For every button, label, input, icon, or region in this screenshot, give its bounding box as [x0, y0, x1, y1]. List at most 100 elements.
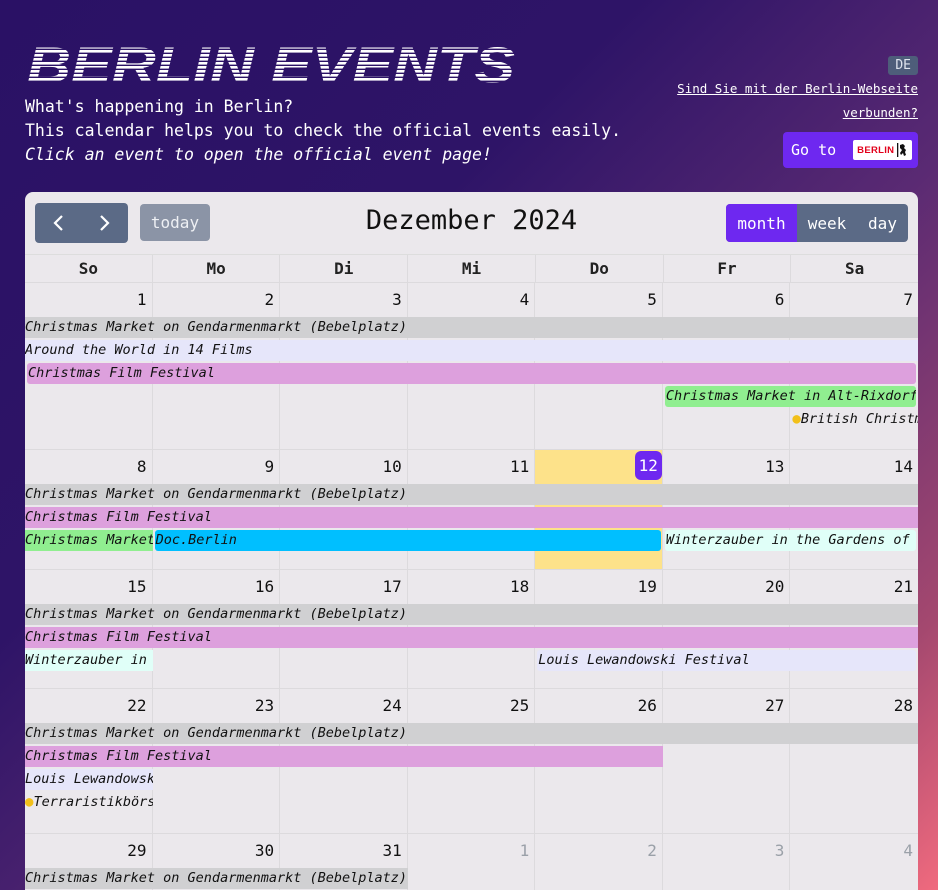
day-number[interactable]: 1 [520, 841, 530, 860]
berlin-events-logo: BERLIN EVENTS [25, 38, 525, 90]
event-title: Christmas Market in Alt-Rixdorf [25, 532, 153, 548]
event-bar[interactable]: Winterzauber in the Gardens of the World [664, 530, 916, 551]
event-bar[interactable]: Christmas Market on Gendarmenmarkt (Bebe… [25, 317, 918, 338]
event-bar[interactable]: Doc.Berlin [154, 530, 661, 551]
day-number[interactable]: 31 [382, 841, 401, 860]
day-number[interactable]: 10 [382, 457, 401, 476]
event-bar[interactable]: Christmas Film Festival [25, 507, 918, 528]
prev-month-button[interactable] [35, 203, 82, 243]
view-switcher: month week day [726, 204, 908, 242]
language-toggle[interactable]: DE [888, 56, 918, 75]
day-number[interactable]: 2 [264, 290, 274, 309]
weekday-label: Do [536, 255, 664, 283]
day-number[interactable]: 30 [255, 841, 274, 860]
day-number[interactable]: 2 [647, 841, 657, 860]
day-number[interactable]: 7 [903, 290, 913, 309]
event-bar[interactable]: ●Terraristikbörse [25, 792, 153, 813]
day-number[interactable]: 20 [765, 577, 784, 596]
intro-text: What's happening in Berlin? This calenda… [25, 95, 621, 167]
event-bar[interactable]: Around the World in 14 Films [25, 340, 918, 361]
weekday-label: Di [280, 255, 409, 283]
day-number[interactable]: 22 [127, 696, 146, 715]
event-bar[interactable]: Christmas Market on Gendarmenmarkt (Bebe… [25, 484, 918, 505]
day-number[interactable]: 3 [775, 841, 785, 860]
day-number[interactable]: 3 [392, 290, 402, 309]
link-line-2: verbunden? [842, 105, 918, 120]
day-number[interactable]: 17 [382, 577, 401, 596]
view-month-button[interactable]: month [726, 204, 797, 242]
calendar-toolbar: today Dezember 2024 month week day [25, 192, 918, 254]
berlin-website-link[interactable]: Sind Sie mit der Berlin-Webseite verbund… [658, 77, 918, 125]
calendar-week-row: 22 23 24 25 26 27 28 Christmas Market on Gendar… [25, 688, 918, 834]
day-number[interactable]: 9 [264, 457, 274, 476]
day-number[interactable]: 21 [894, 577, 913, 596]
event-title: Christmas Film Festival [25, 629, 212, 645]
day-number[interactable]: 15 [127, 577, 146, 596]
view-day-button[interactable]: day [857, 204, 908, 242]
event-bar[interactable]: Christmas Film Festival [27, 363, 916, 384]
go-to-berlin-button[interactable]: Go to BERLIN [783, 132, 918, 168]
event-title: Louis Lewandowski Festival [538, 652, 750, 668]
day-cell[interactable]: 28 [790, 689, 918, 834]
event-title: Christmas Film Festival [25, 748, 212, 764]
event-title: Louis Lewandowski Festival [25, 771, 153, 787]
day-cell[interactable]: 3 [663, 834, 791, 890]
day-number[interactable]: 11 [510, 457, 529, 476]
day-number[interactable]: 6 [775, 290, 785, 309]
day-number[interactable]: 13 [765, 457, 784, 476]
day-number[interactable]: 26 [638, 696, 657, 715]
event-title: Christmas Market in Alt-Rixdorf [665, 388, 916, 404]
event-bar[interactable]: Louis Lewandowski Festival [25, 769, 153, 790]
event-bar[interactable]: Christmas Market on Gendarmenmarkt (Bebe… [25, 723, 918, 744]
day-number[interactable]: 19 [638, 577, 657, 596]
calendar-week-row: 29 30 31 1 2 3 4 Christmas Market on Gendarmenm… [25, 833, 918, 890]
day-cell[interactable]: 1 [408, 834, 536, 890]
day-number[interactable]: 25 [510, 696, 529, 715]
calendar: today Dezember 2024 month week day So Mo… [25, 192, 918, 890]
day-cell[interactable]: 27 [663, 689, 791, 834]
intro-line-3: Click an event to open the official even… [25, 145, 492, 164]
chevron-left-icon [53, 215, 64, 231]
event-title: Christmas Market on Gendarmenmarkt (Bebe… [25, 725, 408, 741]
day-cell[interactable]: 4 [790, 834, 918, 890]
event-bar[interactable]: Christmas Market on Gendarmenmarkt (Bebe… [25, 868, 408, 889]
day-number[interactable]: 29 [127, 841, 146, 860]
day-number[interactable]: 8 [137, 457, 147, 476]
view-week-button[interactable]: week [797, 204, 857, 242]
day-number[interactable]: 1 [137, 290, 147, 309]
day-number[interactable]: 4 [520, 290, 530, 309]
berlin-bear-icon [897, 143, 907, 157]
day-number[interactable]: 16 [255, 577, 274, 596]
event-bar[interactable]: Christmas Film Festival [25, 627, 918, 648]
today-button[interactable]: today [140, 204, 210, 241]
weekday-label: Mo [153, 255, 281, 283]
day-number[interactable]: 24 [382, 696, 401, 715]
day-number[interactable]: 4 [903, 841, 913, 860]
event-title: Christmas Market on Gendarmenmarkt (Bebe… [25, 606, 408, 622]
day-number[interactable]: 23 [255, 696, 274, 715]
day-number[interactable]: 27 [765, 696, 784, 715]
event-title: Winterzauber in the Gardens of the World [665, 532, 916, 548]
event-title: Christmas Market on Gendarmenmarkt (Bebe… [25, 870, 408, 886]
event-bar[interactable]: Louis Lewandowski Festival [537, 650, 916, 671]
day-number[interactable]: 12 [634, 451, 662, 480]
event-bar[interactable]: Christmas Market in Alt-Rixdorf [25, 530, 153, 551]
next-month-button[interactable] [82, 203, 129, 243]
intro-line-2: This calendar helps you to check the off… [25, 121, 622, 140]
day-number[interactable]: 5 [647, 290, 657, 309]
event-bar[interactable]: Winterzauber in the Gardens of the World [25, 650, 153, 671]
day-number[interactable]: 14 [894, 457, 913, 476]
weekday-header: So Mo Di Mi Do Fr Sa [25, 254, 918, 283]
day-cell[interactable]: 2 [535, 834, 663, 890]
calendar-week-row: 15 16 17 18 19 20 21 Christmas Market on Gendar… [25, 569, 918, 689]
event-bar[interactable]: Christmas Market in Alt-Rixdorf [664, 386, 916, 407]
day-number[interactable]: 28 [894, 696, 913, 715]
go-to-label: Go to [791, 141, 837, 159]
event-bar[interactable]: Christmas Film Festival [25, 746, 663, 767]
link-line-1: Sind Sie mit der Berlin-Webseite [677, 81, 918, 96]
event-bar[interactable]: Christmas Market on Gendarmenmarkt (Bebe… [25, 604, 918, 625]
event-bar[interactable]: ●British Christmas Fair [790, 409, 918, 430]
intro-line-1: What's happening in Berlin? [25, 97, 294, 116]
event-title: British Christmas Fair [800, 411, 918, 427]
day-number[interactable]: 18 [510, 577, 529, 596]
